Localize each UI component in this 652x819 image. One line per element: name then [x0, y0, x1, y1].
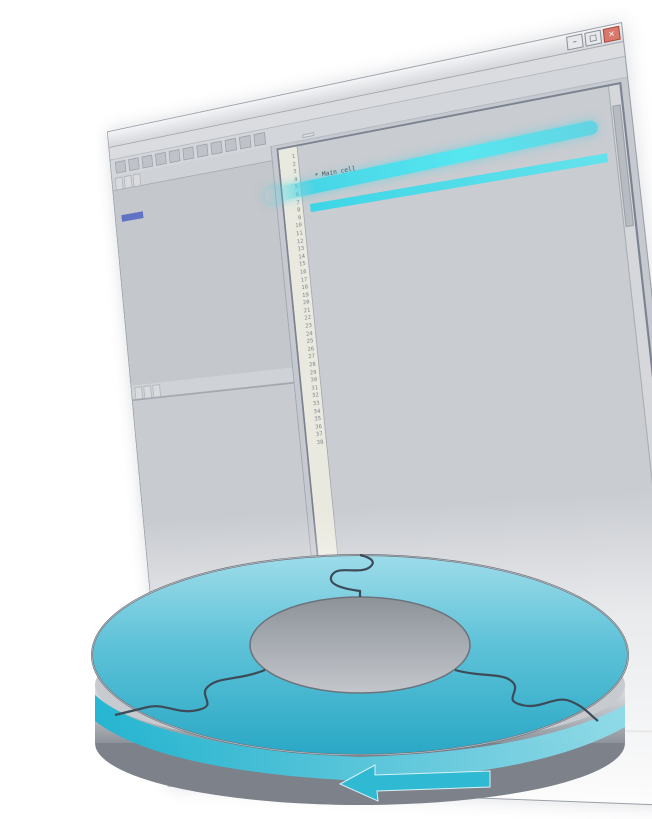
- save-icon[interactable]: [141, 154, 154, 169]
- illustration-stage: – □ × 1 2 3 4 7 8 9 10 11 12 13 14 15 16…: [0, 0, 652, 819]
- paste-icon[interactable]: [182, 146, 195, 161]
- new-file-icon[interactable]: [114, 159, 127, 174]
- stop-icon[interactable]: [238, 134, 252, 150]
- tab-problems[interactable]: [152, 384, 161, 397]
- tab-outline[interactable]: [123, 174, 133, 189]
- maximize-button[interactable]: □: [584, 29, 603, 47]
- debug-icon[interactable]: [210, 140, 223, 155]
- puzzle-disc: [91, 553, 629, 805]
- open-folder-icon[interactable]: [128, 157, 140, 172]
- copy-icon[interactable]: [168, 149, 181, 164]
- search-icon[interactable]: [253, 131, 267, 147]
- tab-tasks[interactable]: [143, 385, 152, 398]
- tab-properties[interactable]: [134, 386, 143, 399]
- tab-navigator[interactable]: [114, 176, 124, 190]
- minimize-button[interactable]: –: [566, 33, 584, 51]
- step-icon[interactable]: [224, 137, 237, 153]
- line-number: 38: [316, 438, 324, 446]
- close-button[interactable]: ×: [602, 25, 621, 43]
- run-icon[interactable]: [196, 143, 209, 158]
- cut-icon[interactable]: [155, 151, 167, 166]
- tab-members[interactable]: [132, 173, 142, 187]
